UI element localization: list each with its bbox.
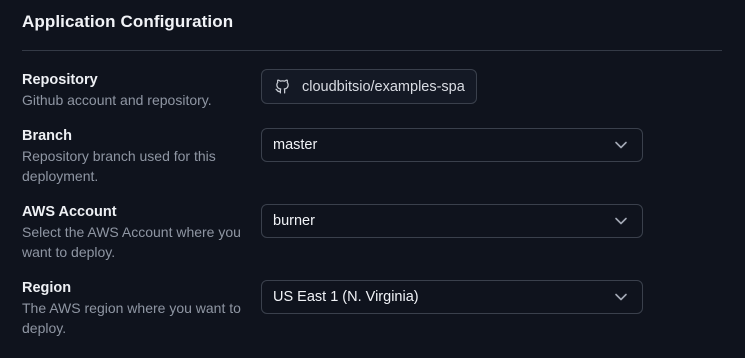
chevron-down-icon (614, 139, 628, 151)
chevron-down-icon (614, 215, 628, 227)
github-icon (274, 78, 291, 95)
repository-label-block: Repository Github account and repository… (22, 70, 247, 110)
aws-account-description: Select the AWS Account where you want to… (22, 224, 241, 260)
repository-label: Repository (22, 72, 98, 88)
branch-value: master (273, 137, 318, 153)
region-value: US East 1 (N. Virginia) (273, 289, 419, 305)
branch-label-block: Branch Repository branch used for this d… (22, 126, 247, 186)
aws-account-label-block: AWS Account Select the AWS Account where… (22, 202, 247, 262)
branch-description: Repository branch used for this deployme… (22, 148, 216, 184)
branch-select[interactable]: master (261, 128, 643, 162)
region-select[interactable]: US East 1 (N. Virginia) (261, 280, 643, 314)
section-title: Application Configuration (22, 12, 234, 31)
chevron-down-icon (614, 291, 628, 303)
region-label-block: Region The AWS region where you want to … (22, 278, 247, 338)
aws-account-value: burner (273, 213, 315, 229)
region-description: The AWS region where you want to deploy. (22, 300, 241, 336)
region-label: Region (22, 280, 72, 296)
section-divider (22, 50, 722, 51)
repository-selector-button[interactable]: cloudbitsio/examples-spa (261, 69, 477, 104)
aws-account-select[interactable]: burner (261, 204, 643, 238)
application-configuration-panel: Application Configuration Repository Git… (0, 0, 745, 358)
aws-account-label: AWS Account (22, 204, 117, 220)
repository-value: cloudbitsio/examples-spa (302, 78, 465, 95)
branch-label: Branch (22, 128, 72, 144)
repository-description: Github account and repository. (22, 92, 212, 108)
